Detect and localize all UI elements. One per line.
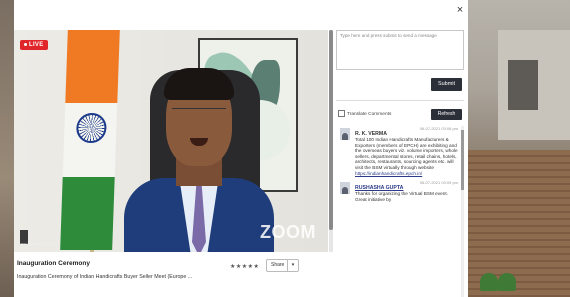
message-input[interactable]: Type here and press submit to send a mes… bbox=[336, 30, 464, 70]
live-dot-icon bbox=[24, 42, 27, 46]
background-plant bbox=[480, 273, 498, 291]
rating-stars[interactable]: ★★★★★ bbox=[230, 263, 259, 270]
chevron-down-icon[interactable]: ▾ bbox=[287, 260, 298, 271]
zoom-watermark: ZOOM bbox=[260, 222, 316, 242]
background-right bbox=[468, 0, 570, 297]
translate-label: Translate Comments bbox=[347, 111, 392, 117]
ashoka-chakra-icon bbox=[75, 113, 107, 144]
chat-panel: Type here and press submit to send a mes… bbox=[336, 30, 466, 297]
close-icon[interactable]: × bbox=[454, 4, 466, 16]
message-text: Thanks for organizing the Virtual BSM ev… bbox=[355, 191, 448, 202]
live-badge: LIVE bbox=[20, 40, 48, 50]
submit-button[interactable]: Submit bbox=[431, 78, 462, 91]
share-label: Share bbox=[271, 262, 285, 268]
message-link[interactable]: https://indianhandicrafts.epch.in/ bbox=[355, 171, 422, 176]
participant-name: Arun Kumar Patra, DIG bbox=[18, 241, 60, 246]
translate-toggle[interactable]: Translate Comments bbox=[338, 110, 391, 117]
refresh-button[interactable]: Refresh bbox=[431, 109, 462, 120]
chat-scrollbar[interactable] bbox=[461, 126, 464, 297]
indian-flag bbox=[60, 30, 120, 250]
video-player[interactable]: LIVE Arun Kumar Patra, DIG ZOOM bbox=[14, 30, 328, 252]
scrollbar-thumb[interactable] bbox=[329, 30, 333, 230]
background-window bbox=[508, 60, 538, 110]
share-button[interactable]: Share ▾ bbox=[266, 259, 299, 272]
video-scrollbar[interactable] bbox=[329, 30, 333, 252]
event-title: Inauguration Ceremony bbox=[17, 260, 90, 267]
live-event-modal: × LIVE Arun Kumar Patra, DIG ZOOM Inaugu… bbox=[14, 0, 468, 297]
background-plant bbox=[498, 273, 516, 291]
divider bbox=[336, 100, 464, 101]
message-text: Total 100 Indian Handicrafts Manufacture… bbox=[355, 137, 458, 176]
scrollbar-thumb[interactable] bbox=[461, 130, 464, 190]
chat-message-list[interactable]: 06-07-2021 03:08 pm R. K. VERMA Total 10… bbox=[336, 126, 464, 297]
event-description: Inauguration Ceremony of Indian Handicra… bbox=[17, 274, 193, 280]
checkbox-icon[interactable] bbox=[338, 110, 345, 117]
live-label: LIVE bbox=[29, 42, 44, 48]
background-left bbox=[0, 0, 14, 297]
avatar bbox=[340, 128, 350, 140]
chat-message: 06-07-2021 03:08 pm R. K. VERMA Total 10… bbox=[336, 126, 464, 176]
chat-message: 06-07-2021 03:09 pm RUSHASHA GUPTA Thank… bbox=[336, 180, 464, 202]
avatar bbox=[340, 182, 350, 195]
speaker bbox=[124, 68, 274, 252]
